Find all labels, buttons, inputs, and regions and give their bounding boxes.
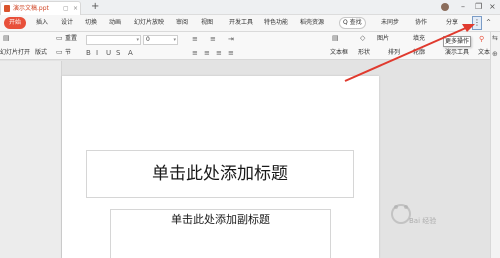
watermark-text: Bai 经验 xyxy=(409,217,437,225)
baidu-watermark-logo xyxy=(391,204,411,224)
